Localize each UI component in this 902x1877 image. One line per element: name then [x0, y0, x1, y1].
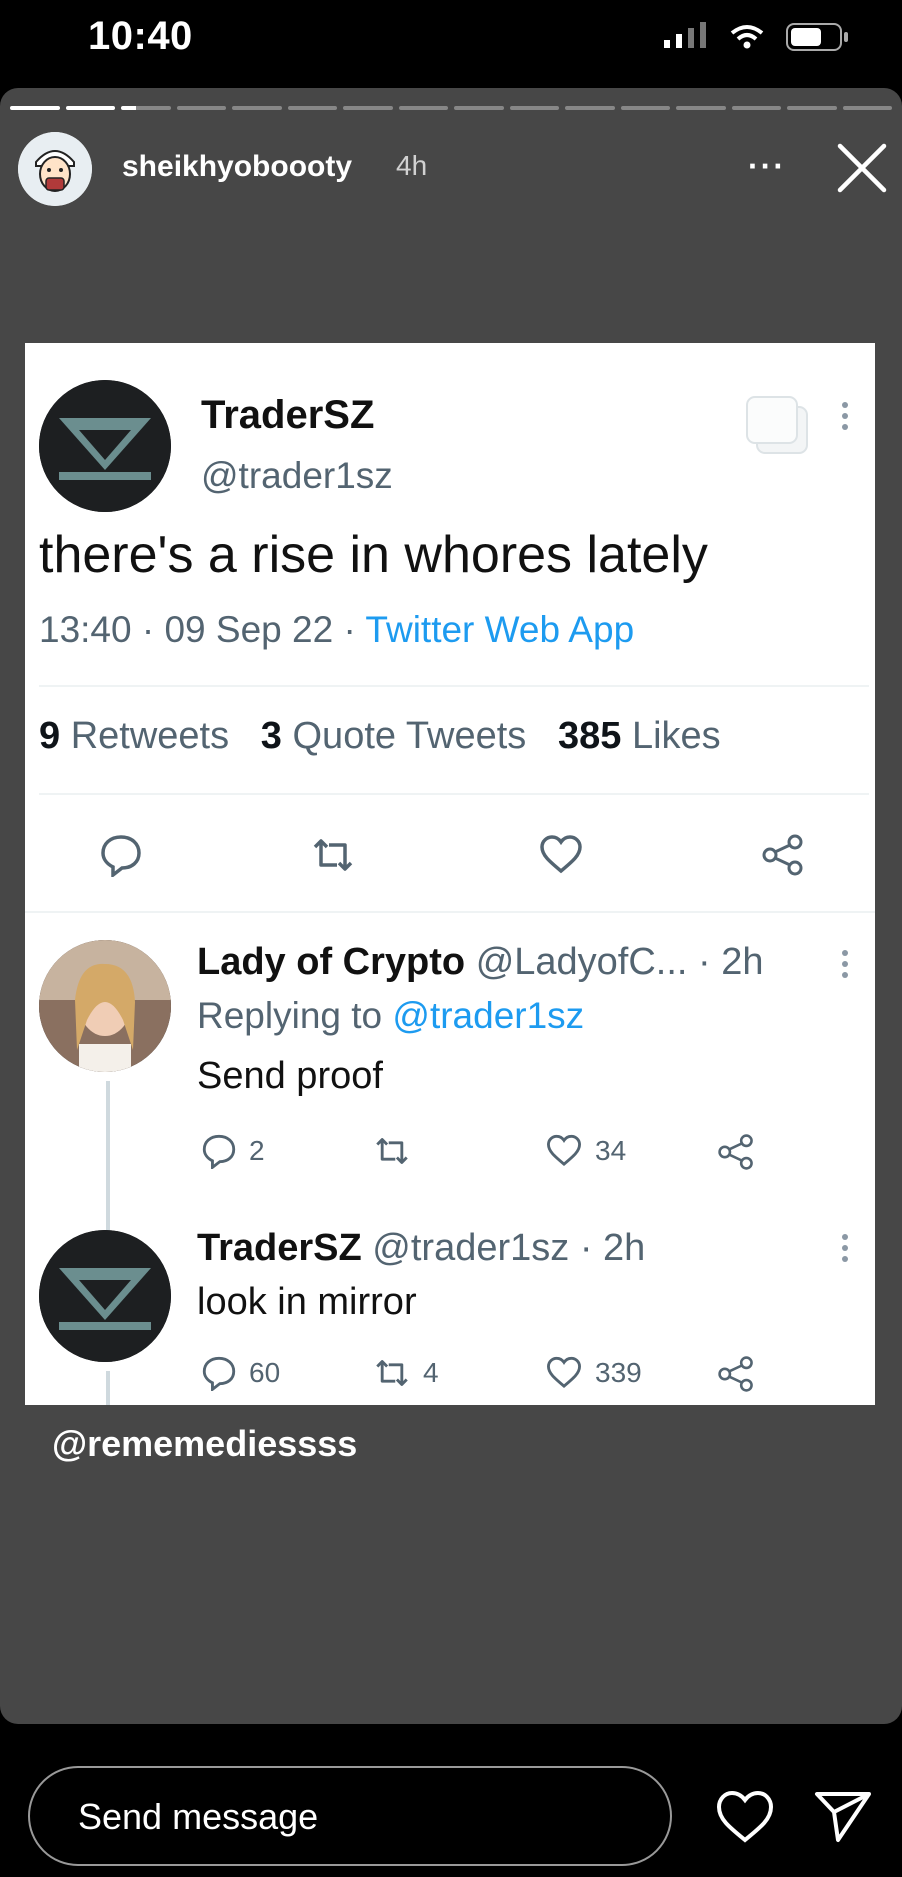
reply-2-author: TraderSZ @trader1sz · 2h	[197, 1227, 645, 1270]
reply-2-author-avatar	[39, 1230, 171, 1362]
story-time-ago: 4h	[396, 150, 428, 181]
progress-segment	[287, 106, 337, 110]
reply-1-reply-count: 2	[249, 1135, 265, 1166]
likes-count: 385	[557, 715, 622, 757]
like-icon	[547, 1356, 581, 1388]
progress-segment	[343, 106, 393, 110]
reply-2-reply-count: 60	[249, 1357, 281, 1388]
reply-1-replying-to: Replying to @trader1sz	[197, 995, 584, 1037]
reply-2-name: TraderSZ	[197, 1227, 362, 1269]
send-icon[interactable]	[814, 1790, 872, 1844]
battery-icon	[786, 23, 848, 51]
share-icon	[718, 1356, 753, 1392]
share-icon	[762, 834, 803, 876]
reply-1-handle-time: @LadyofC... · 2h	[475, 941, 764, 983]
likes-label: Likes	[631, 715, 721, 757]
tweet-author-handle: @trader1sz	[201, 455, 393, 496]
tweet-time: 13:40	[39, 609, 132, 650]
tweet-date: 09 Sep 22	[164, 609, 334, 650]
wifi-icon	[730, 25, 764, 49]
replying-handle: @trader1sz	[392, 995, 585, 1036]
retweet-icon	[376, 1360, 408, 1386]
reply-1-kebab-icon	[842, 950, 848, 978]
progress-segment	[842, 106, 892, 110]
reply-1-text: Send proof	[197, 1055, 383, 1097]
story-username[interactable]: sheikhyoboooty	[122, 150, 352, 184]
progress-segment	[620, 106, 670, 110]
close-icon[interactable]	[836, 142, 888, 194]
reply-2-like-count: 339	[595, 1357, 642, 1388]
send-message-placeholder: Send message	[78, 1796, 319, 1837]
reply-icon	[202, 1134, 236, 1169]
like-icon	[547, 1134, 581, 1166]
retweet-icon	[376, 1138, 408, 1164]
tweet-author-name: TraderSZ	[201, 393, 375, 437]
reply-1-retweet-action	[373, 1133, 411, 1169]
reply-icon	[202, 1356, 236, 1391]
reply-2-retweet-count: 4	[423, 1357, 439, 1388]
progress-segment	[676, 106, 726, 110]
progress-segment	[731, 106, 781, 110]
story-mention-sticker[interactable]: @rememediessss	[52, 1423, 357, 1465]
progress-segment	[454, 106, 504, 110]
tweet-meta: 13:40 · 09 Sep 22 · Twitter Web App	[39, 609, 635, 650]
like-story-button[interactable]	[716, 1790, 774, 1844]
story-progress-bar	[10, 106, 892, 110]
reply-icon	[101, 835, 141, 877]
tweet-kebab-icon	[842, 402, 848, 430]
reply-2-text: look in mirror	[197, 1281, 417, 1323]
tweet-source: Twitter Web App	[365, 609, 635, 650]
copy-icon	[746, 396, 808, 454]
like-icon	[540, 835, 582, 874]
reply-2-retweet-action: 4	[373, 1355, 439, 1391]
progress-segment	[121, 106, 171, 110]
progress-segment	[10, 106, 60, 110]
progress-segment	[232, 106, 282, 110]
quotes-label: Quote Tweets	[292, 715, 527, 757]
reply-2-handle-time: @trader1sz · 2h	[372, 1227, 646, 1269]
cellular-signal-icon	[664, 22, 706, 48]
progress-segment	[65, 106, 115, 110]
reply-2-reply-action: 60	[201, 1355, 280, 1391]
quotes-count: 3	[260, 715, 282, 757]
more-options-button[interactable]: ···	[748, 148, 786, 185]
reply-author-avatar	[39, 940, 171, 1072]
tweet-text: there's a rise in whores lately	[39, 526, 708, 584]
retweets-count: 9	[39, 715, 61, 757]
reply-1-author: Lady of Crypto @LadyofC... · 2h	[197, 941, 764, 984]
progress-segment	[787, 106, 837, 110]
progress-segment	[398, 106, 448, 110]
share-icon	[718, 1134, 753, 1170]
reply-1-like-action: 34	[545, 1133, 626, 1169]
story-author-avatar[interactable]	[18, 132, 92, 206]
retweet-icon	[313, 839, 353, 871]
reply-2-like-action: 339	[545, 1355, 642, 1391]
progress-segment	[509, 106, 559, 110]
reply-1-like-count: 34	[595, 1135, 627, 1166]
retweets-label: Retweets	[70, 715, 230, 757]
reply-1-name: Lady of Crypto	[197, 941, 466, 983]
progress-segment	[565, 106, 615, 110]
progress-segment	[176, 106, 226, 110]
reply-1-reply-action: 2	[201, 1133, 265, 1169]
tweet-stats: 9 Retweets 3 Quote Tweets 385 Likes	[39, 715, 721, 758]
replying-prefix: Replying to	[197, 995, 383, 1036]
status-icons	[664, 22, 850, 52]
tweet-author-avatar	[39, 380, 171, 512]
status-time: 10:40	[88, 14, 193, 58]
reply-2-kebab-icon	[842, 1234, 848, 1262]
tweet-screenshot: TraderSZ @trader1sz there's a rise in wh…	[25, 343, 875, 1405]
